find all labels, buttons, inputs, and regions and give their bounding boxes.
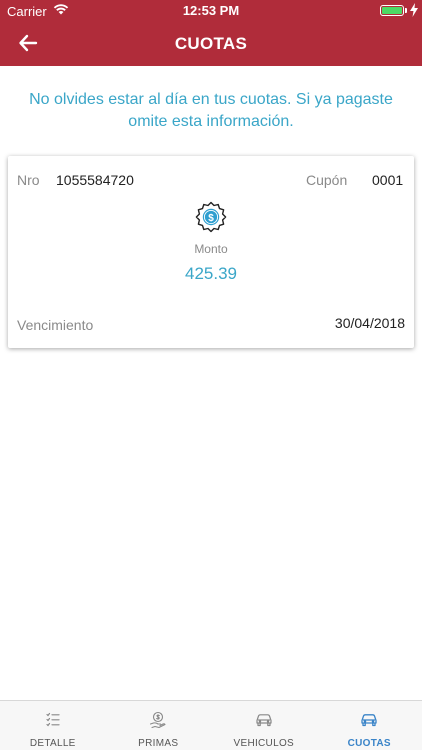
charging-bolt-icon	[410, 3, 418, 17]
tab-label-cuotas: CUOTAS	[347, 738, 391, 749]
vencimiento-label: Vencimiento	[17, 317, 94, 333]
status-time: 12:53 PM	[182, 3, 240, 18]
car-icon	[256, 714, 272, 727]
page-title: CUOTAS	[174, 34, 248, 53]
tab-label-primas: PRIMAS	[138, 738, 179, 749]
nro-value: 1055584720	[56, 172, 134, 188]
notice-text: No olvides estar al día en tus cuotas. S…	[29, 91, 393, 130]
tab-label-vehiculos: VEHICULOS	[233, 738, 294, 749]
tab-label-detalle: DETALLE	[29, 738, 76, 749]
cupon-label: Cupón	[306, 172, 348, 188]
battery-icon	[380, 5, 404, 16]
battery-tip	[405, 8, 407, 13]
list-icon	[46, 712, 60, 727]
tab-cuotas[interactable]: CUOTAS	[317, 701, 422, 750]
vencimiento-value: 30/04/2018	[334, 315, 405, 331]
cupon-value: 0001	[372, 172, 404, 188]
money-badge-icon: $	[195, 201, 227, 233]
svg-text:$: $	[208, 213, 214, 224]
tab-bar: DETALLE PRIMAS VEHICULOS CUOTAS	[0, 700, 422, 750]
monto-label: Monto	[194, 242, 228, 256]
hand-coin-icon	[150, 711, 166, 729]
monto-value: 425.39	[185, 264, 237, 283]
car-active-icon	[361, 714, 377, 727]
tab-detalle[interactable]: DETALLE	[0, 701, 106, 750]
nro-label: Nro	[17, 172, 40, 188]
top-bar: Carrier 12:53 PM CUOTAS	[0, 0, 422, 66]
cuota-card[interactable]: Nro 1055584720 Cupón 0001 $ Monto 425.39…	[8, 156, 414, 348]
tab-vehiculos[interactable]: VEHICULOS	[211, 701, 317, 750]
tab-primas[interactable]: PRIMAS	[106, 701, 212, 750]
status-bar: Carrier 12:53 PM	[0, 0, 422, 22]
